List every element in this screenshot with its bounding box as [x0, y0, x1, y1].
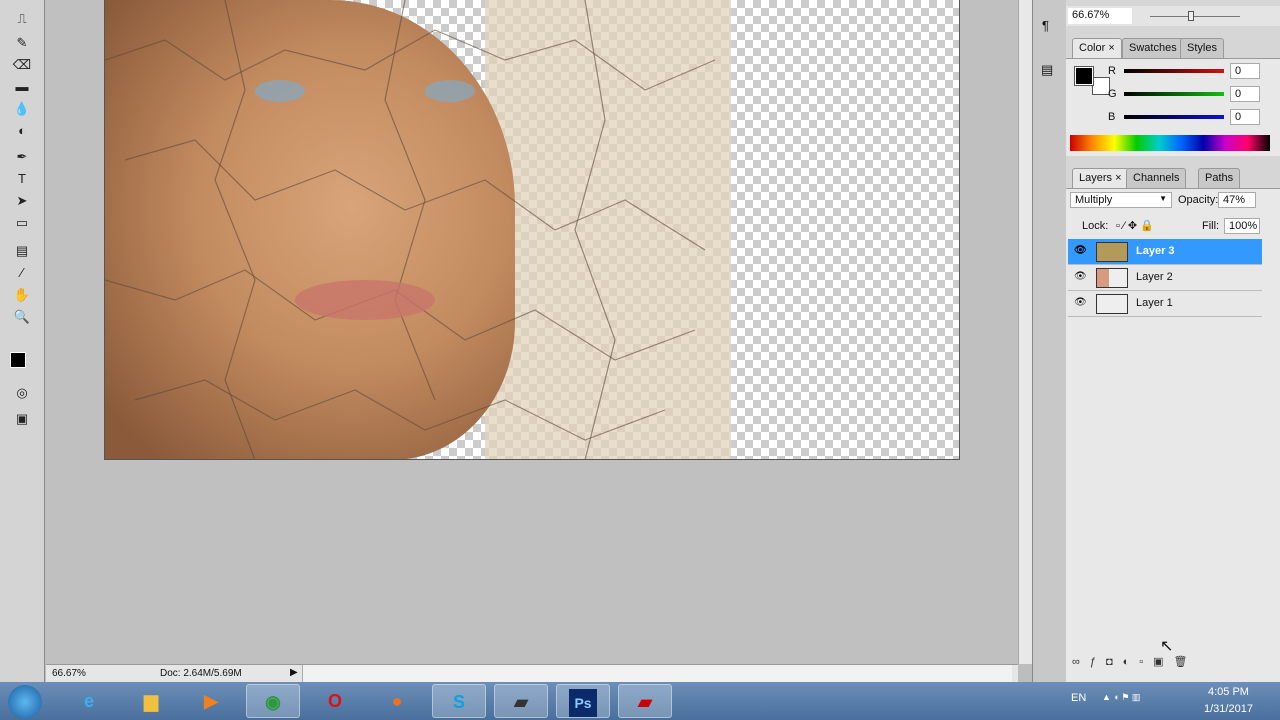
opera-icon[interactable]: O: [308, 684, 362, 718]
b-label: B: [1108, 111, 1116, 123]
mouse-cursor-icon: ↖: [1160, 638, 1174, 655]
lock-icons[interactable]: ▫ ⁄ ✥ 🔒: [1116, 219, 1154, 232]
b-slider[interactable]: [1124, 115, 1224, 119]
blend-mode-select[interactable]: Multiply ▼: [1070, 192, 1172, 208]
opacity-input[interactable]: 47%: [1218, 192, 1256, 208]
g-slider[interactable]: [1124, 92, 1224, 96]
layer-footer-buttons[interactable]: ∞ƒ◘◐▫▣🗑: [1072, 655, 1272, 668]
horizontal-scrollbar[interactable]: [302, 665, 1012, 682]
hand-icon[interactable]: ✋: [12, 286, 32, 304]
tab-color[interactable]: Color ×: [1072, 38, 1122, 58]
b-value[interactable]: 0: [1230, 109, 1260, 125]
zoom-slider-thumb[interactable]: [1188, 11, 1194, 21]
tab-styles[interactable]: Styles: [1180, 38, 1224, 58]
color-ramp[interactable]: [1070, 135, 1270, 151]
tab-layers[interactable]: Layers ×: [1072, 168, 1129, 188]
language-indicator[interactable]: EN: [1071, 692, 1086, 704]
right-eye: [425, 80, 475, 102]
quick-mask-icon[interactable]: ◎: [12, 384, 32, 402]
screen-mode-icon[interactable]: ▣: [12, 410, 32, 428]
foreground-color-icon[interactable]: [10, 352, 26, 368]
terminal-icon[interactable]: ▰: [494, 684, 548, 718]
skype-icon[interactable]: S: [432, 684, 486, 718]
layer-row[interactable]: 👁 Layer 1: [1068, 291, 1262, 317]
left-eye: [255, 80, 305, 102]
tools-panel: ⎍ ✎ ⌫ ▬ 💧 ◐ ✒ T ➤ ▭ ▤ ⁄ ✋ 🔍 ◎ ▣: [0, 0, 45, 682]
terminal-2-icon[interactable]: ▰: [618, 684, 672, 718]
explorer-icon[interactable]: ▆: [124, 684, 178, 718]
tray-arrow-icon[interactable]: ▲ ◖ ⚑ ▥: [1102, 692, 1140, 703]
fill-label: Fill:: [1202, 220, 1220, 232]
photoshop-button[interactable]: Ps: [556, 684, 610, 718]
panels: 66.67% Color × Swatches Styles R 0 G 0 B…: [1066, 0, 1280, 682]
lips: [295, 280, 435, 320]
taskbar: e ▆ ▶ ◉ O ● S ▰ Ps ▰ EN ▲ ◖ ⚑ ▥ 4:05 PM …: [0, 682, 1280, 720]
pen-icon[interactable]: ✒: [12, 148, 32, 166]
start-button[interactable]: [8, 685, 42, 719]
panel-dock: ¶ ▤: [1032, 0, 1066, 682]
fill-input[interactable]: 100%: [1224, 218, 1260, 234]
layer-row[interactable]: 👁 Layer 2: [1068, 265, 1262, 291]
status-zoom[interactable]: 66.67%: [52, 668, 86, 679]
paragraph-icon[interactable]: ¶: [1042, 18, 1049, 33]
history-brush-icon[interactable]: ✎: [12, 34, 32, 52]
stamp-tool-icon[interactable]: ⎍: [12, 10, 32, 28]
tab-swatches[interactable]: Swatches: [1122, 38, 1184, 58]
r-label: R: [1108, 65, 1116, 77]
path-select-icon[interactable]: ➤: [12, 192, 32, 210]
r-slider[interactable]: [1124, 69, 1224, 73]
doc-size: Doc: 2.64M/5.69M: [160, 668, 242, 679]
blur-icon[interactable]: 💧: [12, 100, 32, 118]
clock-time[interactable]: 4:05 PM: [1208, 686, 1249, 698]
notes-icon[interactable]: ▤: [12, 242, 32, 260]
eraser-icon[interactable]: ⌫: [12, 56, 32, 74]
crack-texture: [105, 0, 716, 459]
eyedropper-icon[interactable]: ⁄: [12, 264, 32, 282]
status-menu-arrow-icon[interactable]: ▶: [290, 667, 298, 678]
r-value[interactable]: 0: [1230, 63, 1260, 79]
firefox-icon[interactable]: ●: [370, 684, 424, 718]
tab-paths[interactable]: Paths: [1198, 168, 1241, 188]
g-label: G: [1108, 88, 1117, 100]
layer-comps-icon[interactable]: ▤: [1041, 62, 1053, 78]
image-canvas[interactable]: [104, 0, 960, 460]
navigator-zoom[interactable]: 66.67%: [1068, 8, 1132, 24]
media-player-icon[interactable]: ▶: [184, 684, 238, 718]
layer-row[interactable]: 👁 Layer 3: [1068, 239, 1262, 265]
foreground-swatch[interactable]: [1074, 66, 1094, 86]
ie-icon[interactable]: e: [62, 684, 116, 718]
opacity-label: Opacity:: [1178, 194, 1219, 206]
rectangle-icon[interactable]: ▭: [12, 214, 32, 232]
vertical-scrollbar[interactable]: [1018, 0, 1032, 664]
zoom-slider[interactable]: [1150, 16, 1240, 17]
tab-channels[interactable]: Channels: [1126, 168, 1187, 188]
zoom-icon[interactable]: 🔍: [12, 308, 32, 326]
g-value[interactable]: 0: [1230, 86, 1260, 102]
gradient-icon[interactable]: ▬: [12, 78, 32, 96]
dodge-icon[interactable]: ◐: [12, 122, 32, 140]
status-bar: 66.67% Doc: 2.64M/5.69M ▶: [46, 664, 1018, 682]
lock-label: Lock:: [1082, 220, 1109, 232]
chrome-icon[interactable]: ◉: [246, 684, 300, 718]
clock-date[interactable]: 1/31/2017: [1204, 703, 1253, 715]
type-icon[interactable]: T: [12, 170, 32, 188]
